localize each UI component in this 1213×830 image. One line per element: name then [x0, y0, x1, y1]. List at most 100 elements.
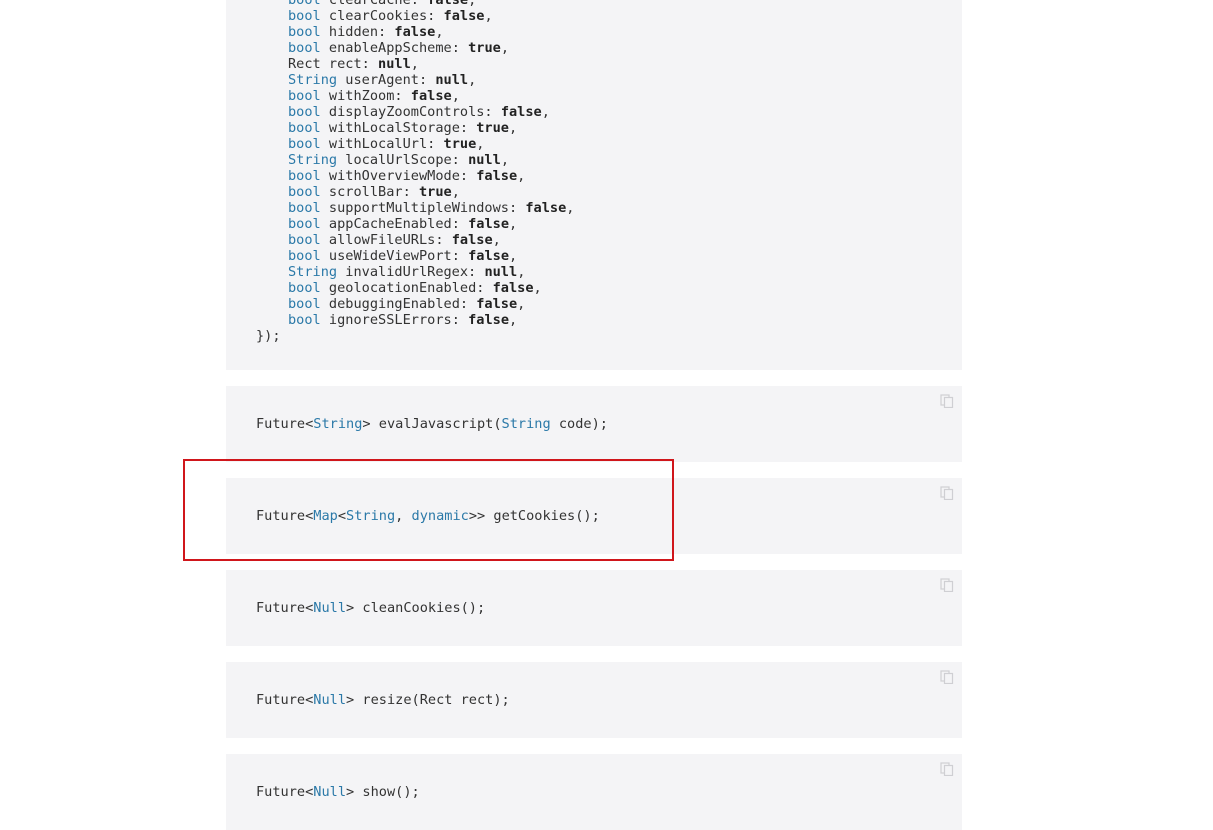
param-name: scrollBar: — [320, 184, 419, 200]
code-token: String — [313, 416, 363, 432]
param-comma: , — [517, 168, 526, 184]
code-token: Null — [313, 784, 347, 800]
code-token: > show(); — [346, 784, 420, 800]
snippet-code: Future<Null> show(); — [256, 784, 420, 800]
copy-icon[interactable] — [940, 486, 954, 500]
param-type: bool — [288, 8, 321, 24]
param-type: bool — [288, 216, 321, 232]
param-name: localUrlScope: — [337, 152, 469, 168]
param-value: false — [468, 248, 509, 264]
param-value: false — [500, 104, 542, 120]
param-comma: , — [435, 24, 444, 40]
param-name: displayZoomControls: — [320, 104, 501, 120]
config-param-line: bool useWideViewPort: false, — [256, 248, 574, 264]
param-type: bool — [288, 0, 321, 8]
snippet-code: Future<String> evalJavascript(String cod… — [256, 416, 608, 432]
copy-icon[interactable] — [940, 762, 954, 776]
param-value: false — [427, 0, 469, 8]
param-name: withOverviewMode: — [320, 168, 477, 184]
param-value: true — [468, 40, 501, 56]
code-token: dynamic — [411, 508, 469, 524]
param-value: null — [378, 56, 411, 72]
param-type: bool — [288, 200, 321, 216]
param-value: false — [451, 232, 493, 248]
param-comma: , — [451, 184, 460, 200]
param-name: appCacheEnabled: — [320, 216, 469, 232]
config-param-line: bool clearCookies: false, — [256, 8, 574, 24]
snippet-code: Future<Null> resize(Rect rect); — [256, 692, 510, 708]
param-name: geolocationEnabled: — [320, 280, 493, 296]
config-code: bool clearCache: false, bool clearCookies… — [256, 0, 574, 344]
code-token: String — [501, 416, 551, 432]
param-value: false — [410, 88, 452, 104]
code-block-show: Future<Null> show(); — [226, 754, 962, 830]
param-comma: , — [509, 248, 518, 264]
param-comma: , — [500, 40, 510, 56]
config-param-line: bool scrollBar: true, — [256, 184, 574, 200]
param-type: bool — [288, 40, 321, 56]
config-param-line: bool debuggingEnabled: false, — [256, 296, 574, 312]
code-token: code); — [550, 416, 608, 432]
config-param-line: Rect rect: null, — [256, 56, 574, 72]
param-value: false — [525, 200, 567, 216]
param-name: useWideViewPort: — [320, 248, 469, 264]
param-comma: , — [468, 0, 477, 8]
param-comma: , — [476, 136, 485, 152]
code-token: Future< — [256, 600, 314, 616]
code-token: Map — [313, 508, 338, 524]
param-name: invalidUrlRegex: — [337, 264, 485, 280]
code-token: Future< — [256, 508, 314, 524]
param-comma: , — [484, 8, 493, 24]
config-param-line: bool allowFileURLs: false, — [256, 232, 574, 248]
code-token: Null — [313, 600, 347, 616]
config-param-line: bool enableAppScheme: true, — [256, 40, 574, 56]
param-type: String — [288, 72, 338, 88]
param-value: false — [492, 280, 534, 296]
param-comma: , — [533, 280, 542, 296]
param-type: bool — [288, 168, 321, 184]
param-type: bool — [288, 184, 321, 200]
param-type: bool — [288, 136, 321, 152]
param-value: null — [435, 72, 469, 88]
param-name: rect: — [320, 56, 379, 72]
param-type: bool — [288, 104, 321, 120]
config-param-line: bool withLocalUrl: true, — [256, 136, 574, 152]
param-type: bool — [288, 24, 321, 40]
param-type: bool — [288, 248, 321, 264]
config-param-line: bool displayZoomControls: false, — [256, 104, 574, 120]
config-param-line: bool ignoreSSLErrors: false, — [256, 312, 574, 328]
param-name: clearCache: — [320, 0, 428, 8]
param-value: false — [476, 296, 518, 312]
param-value: null — [468, 152, 501, 168]
param-type: bool — [288, 232, 321, 248]
snippet-code: Future<Null> cleanCookies(); — [256, 600, 485, 616]
copy-icon[interactable] — [940, 670, 954, 684]
param-comma: , — [410, 56, 419, 72]
param-comma: , — [468, 72, 477, 88]
param-name: withLocalStorage: — [320, 120, 477, 136]
param-comma: , — [509, 120, 518, 136]
param-comma: , — [566, 200, 575, 216]
code-block-cleanCookies: Future<Null> cleanCookies(); — [226, 570, 962, 646]
code-block-resize: Future<Null> resize(Rect rect); — [226, 662, 962, 738]
config-param-line: bool withLocalStorage: true, — [256, 120, 574, 136]
code-block-getCookies: Future<Map<String, dynamic>> getCookies(… — [226, 478, 962, 554]
param-value: false — [443, 8, 485, 24]
param-type: Rect — [288, 56, 321, 72]
param-value: false — [468, 312, 509, 328]
config-param-line: bool withZoom: false, — [256, 88, 574, 104]
code-token: > cleanCookies(); — [346, 600, 486, 616]
param-value: false — [476, 168, 518, 184]
param-type: String — [288, 152, 338, 168]
param-value: null — [484, 264, 518, 280]
param-comma: , — [517, 296, 526, 312]
param-name: supportMultipleWindows: — [320, 200, 526, 216]
code-token: Future< — [256, 692, 314, 708]
param-name: withLocalUrl: — [320, 136, 444, 152]
param-type: bool — [288, 312, 321, 328]
copy-icon[interactable] — [940, 394, 954, 408]
copy-icon[interactable] — [940, 578, 954, 592]
config-closing: }); — [256, 328, 281, 344]
config-param-line: bool appCacheEnabled: false, — [256, 216, 574, 232]
config-param-line: bool geolocationEnabled: false, — [256, 280, 574, 296]
